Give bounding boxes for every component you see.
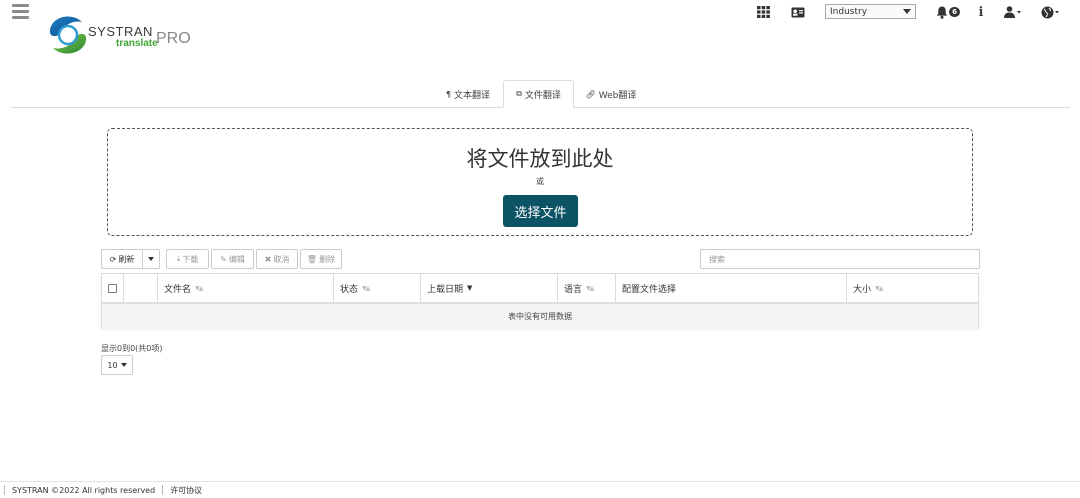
copy-icon: ⧉ [516,89,522,98]
license-link[interactable]: 许可协议 [170,485,202,496]
column-label: 配置文件选择 [622,284,677,295]
tab-label: Web翻译 [598,90,637,101]
files-table: 文件名 ▼▲ 状态 ▼▲ 上载日期 ▼ 语言 ▼▲ 配置文件选择 大小 ▼▲ 表中没有可用… [101,273,979,329]
download-icon: ⤓ [176,254,181,263]
tab-text-translation[interactable]: ¶ 文本翻译 [437,80,499,108]
sort-desc-icon: ▼ [467,284,473,292]
menu-icon[interactable] [12,4,29,19]
table-header: 文件名 ▼▲ 状态 ▼▲ 上载日期 ▼ 语言 ▼▲ 配置文件选择 大小 ▼▲ [102,274,978,304]
column-label: 大小 [853,284,872,295]
column-label: 文件名 [164,284,192,295]
tab-file-translation[interactable]: ⧉ 文件翻译 [503,80,574,108]
page-size-select[interactable]: 10 [101,355,133,375]
refresh-label: 刷新 [118,254,135,264]
user-icon [1004,6,1021,18]
paragraph-icon: ¶ [445,89,452,99]
column-label: 语言 [564,284,583,295]
user-menu-button[interactable] [1003,5,1023,19]
column-filename[interactable]: 文件名 ▼▲ [158,274,334,302]
globe-icon [1041,6,1059,18]
edit-button[interactable]: ✎ 编辑 [211,249,254,269]
search-input[interactable] [700,249,980,269]
apps-grid-icon[interactable] [756,5,770,19]
logo-brand-text: SYSTRAN [88,24,153,39]
column-profile: 配置文件选择 [616,274,847,302]
chevron-down-icon [120,363,127,367]
link-icon: 🔗︎ [585,89,596,99]
pencil-icon: ✎ [220,254,227,264]
select-all-checkbox-cell[interactable] [102,274,124,302]
bell-icon [936,6,948,19]
column-upload-date[interactable]: 上载日期 ▼ [421,274,558,302]
download-label: 下载 [182,254,199,264]
industry-select-value: Industry [830,6,868,17]
drop-zone-title: 将文件放到此处 [466,147,614,171]
footer-divider [162,485,164,495]
logo-pro-text: PRO [156,30,191,47]
language-menu-button[interactable] [1040,5,1060,19]
sort-icon: ▼▲ [195,284,203,292]
sort-icon: ▼▲ [875,284,883,292]
logo-sub-text: translate [116,38,158,49]
footer: SYSTRAN ©2022 All rights reserved 许可协议 [0,481,1080,498]
column-blank [124,274,158,302]
drop-zone-or: 或 [536,177,544,186]
notifications-button[interactable]: 6 [933,5,963,19]
edit-label: 编辑 [228,254,245,264]
choose-file-button[interactable]: 选择文件 [503,195,578,227]
notification-badge: 6 [949,7,960,17]
info-icon[interactable]: i [976,5,986,20]
column-size[interactable]: 大小 ▼▲ [847,274,978,302]
refresh-dropdown-button[interactable] [142,249,160,269]
select-all-checkbox[interactable] [108,283,117,293]
column-label: 状态 [340,284,359,295]
file-drop-zone[interactable]: 将文件放到此处 或 选择文件 [107,128,973,236]
column-status[interactable]: 状态 ▼▲ [334,274,421,302]
footer-copyright: SYSTRAN ©2022 All rights reserved [12,485,156,495]
empty-table-message: 表中没有可用数据 [102,304,978,329]
chevron-down-icon [148,257,154,261]
cancel-label: 取消 [273,254,290,264]
chevron-down-icon [903,9,911,14]
column-language[interactable]: 语言 ▼▲ [558,274,616,302]
refresh-button[interactable]: ⟳ 刷新 [101,249,143,269]
sort-icon: ▼▲ [586,284,594,292]
sort-icon: ▼▲ [362,284,370,292]
page-size-value: 10 [107,360,118,370]
systran-logo: SYSTRAN translate PRO [48,14,191,56]
logo-swirl-icon [49,16,87,54]
close-icon: ✖ [264,254,272,264]
pagination-info: 显示0到0(共0项) [101,344,163,353]
refresh-icon: ⟳ [109,254,117,264]
column-label: 上载日期 [427,284,464,295]
tab-label: 文本翻译 [454,90,491,101]
contact-card-icon[interactable] [790,5,805,19]
trash-icon: 🗑︎ [306,254,318,264]
download-button[interactable]: ⤓ 下载 [166,249,209,269]
tab-label: 文件翻译 [524,90,561,101]
footer-divider [4,485,5,495]
delete-button[interactable]: 🗑︎ 删除 [300,249,342,269]
cancel-button[interactable]: ✖ 取消 [256,249,298,269]
industry-select[interactable]: Industry [825,4,916,19]
delete-label: 删除 [319,254,336,264]
tab-web-translation[interactable]: 🔗︎ Web翻译 [578,80,644,108]
